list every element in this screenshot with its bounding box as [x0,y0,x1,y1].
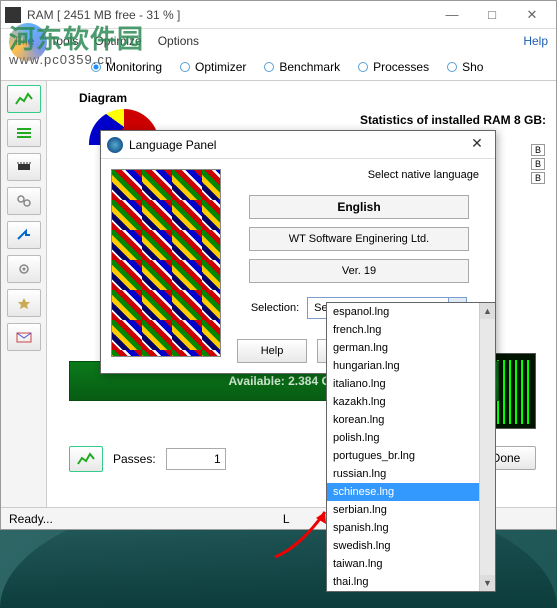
window-title: RAM [ 2451 MB free - 31 % ] [27,8,432,22]
titlebar[interactable]: RAM [ 2451 MB free - 31 % ] — □ ✕ [1,1,556,29]
dropdown-item[interactable]: korean.lng [327,411,479,429]
close-button[interactable]: ✕ [512,2,552,28]
stats-header: Statistics of installed RAM 8 GB: [360,113,546,127]
select-native-label: Select native language [368,169,479,181]
dropdown-item[interactable]: espanol.lng [327,303,479,321]
passes-input[interactable] [166,448,226,470]
help-button[interactable]: Help [237,339,307,363]
radio-icon [91,62,101,72]
maximize-button[interactable]: □ [472,2,512,28]
tab-label: Benchmark [279,60,340,74]
company-field: WT Software Enginering Ltd. [249,227,469,251]
edge-badges: B B B [531,144,545,188]
scroll-down-icon[interactable]: ▼ [480,575,495,591]
menu-file[interactable]: File [7,31,42,51]
menu-tools[interactable]: Tools [42,31,86,51]
dropdown-item[interactable]: serbian.lng [327,501,479,519]
language-name-field: English [249,195,469,219]
passes-label: Passes: [113,452,156,466]
dialog-titlebar[interactable]: Language Panel ✕ [101,131,495,159]
dropdown-item[interactable]: kazakh.lng [327,393,479,411]
scroll-thumb[interactable] [480,319,495,575]
menu-options[interactable]: Options [150,31,207,51]
dropdown-item[interactable]: portugues_br.lng [327,447,479,465]
minimize-button[interactable]: — [432,2,472,28]
menubar: File Tools Optimize Options Help [1,29,556,53]
badge: B [531,158,545,170]
status-lang: L [283,512,290,526]
menu-help[interactable]: Help [523,34,548,48]
language-dropdown[interactable]: espanol.lngfrench.lnggerman.lnghungarian… [326,302,496,592]
tab-optimizer[interactable]: Optimizer [180,60,246,74]
app-icon [5,7,21,23]
menu-optimize[interactable]: Optimize [86,31,149,51]
tab-label: Optimizer [195,60,246,74]
scroll-up-icon[interactable]: ▲ [480,303,495,319]
diagram-label: Diagram [79,91,544,105]
sidebar-chip-button[interactable] [7,153,41,181]
dropdown-item[interactable]: thai.lng [327,573,479,591]
flags-image-icon [111,169,221,357]
dropdown-item[interactable]: spanish.lng [327,519,479,537]
badge: B [531,172,545,184]
sidebar-star-button[interactable] [7,289,41,317]
tab-label: Sho [462,60,483,74]
dialog-title: Language Panel [129,138,465,152]
selection-label: Selection: [251,302,299,314]
tab-show[interactable]: Sho [447,60,483,74]
radio-icon [447,62,457,72]
globe-icon [107,137,123,153]
dropdown-item[interactable]: polish.lng [327,429,479,447]
passes-chart-button[interactable] [69,446,103,472]
version-field: Ver. 19 [249,259,469,283]
radio-icon [358,62,368,72]
tab-label: Monitoring [106,60,162,74]
status-ready: Ready... [9,512,53,526]
dropdown-item[interactable]: schinese.lng [327,483,479,501]
sidebar-mail-button[interactable] [7,323,41,351]
available-text: Available: 2.384 GB [229,374,340,388]
radio-icon [180,62,190,72]
dropdown-item[interactable]: swedish.lng [327,537,479,555]
tab-processes[interactable]: Processes [358,60,429,74]
passes-row: Passes: [69,446,226,472]
sidebar [1,81,47,511]
dropdown-item[interactable]: hungarian.lng [327,357,479,375]
dialog-close-button[interactable]: ✕ [465,135,489,155]
tab-bar: Monitoring Optimizer Benchmark Processes… [1,53,556,81]
scrollbar[interactable]: ▲ ▼ [479,303,495,591]
sidebar-gears-button[interactable] [7,187,41,215]
tab-monitoring[interactable]: Monitoring [91,60,162,74]
radio-icon [264,62,274,72]
dropdown-item[interactable]: taiwan.lng [327,555,479,573]
sidebar-bars-button[interactable] [7,119,41,147]
sidebar-gear-button[interactable] [7,255,41,283]
sidebar-arrow-button[interactable] [7,221,41,249]
tab-benchmark[interactable]: Benchmark [264,60,340,74]
tab-label: Processes [373,60,429,74]
dropdown-items: espanol.lngfrench.lnggerman.lnghungarian… [327,303,479,591]
badge: B [531,144,545,156]
dropdown-item[interactable]: russian.lng [327,465,479,483]
dropdown-item[interactable]: german.lng [327,339,479,357]
dropdown-item[interactable]: french.lng [327,321,479,339]
sidebar-chart-button[interactable] [7,85,41,113]
dropdown-item[interactable]: italiano.lng [327,375,479,393]
